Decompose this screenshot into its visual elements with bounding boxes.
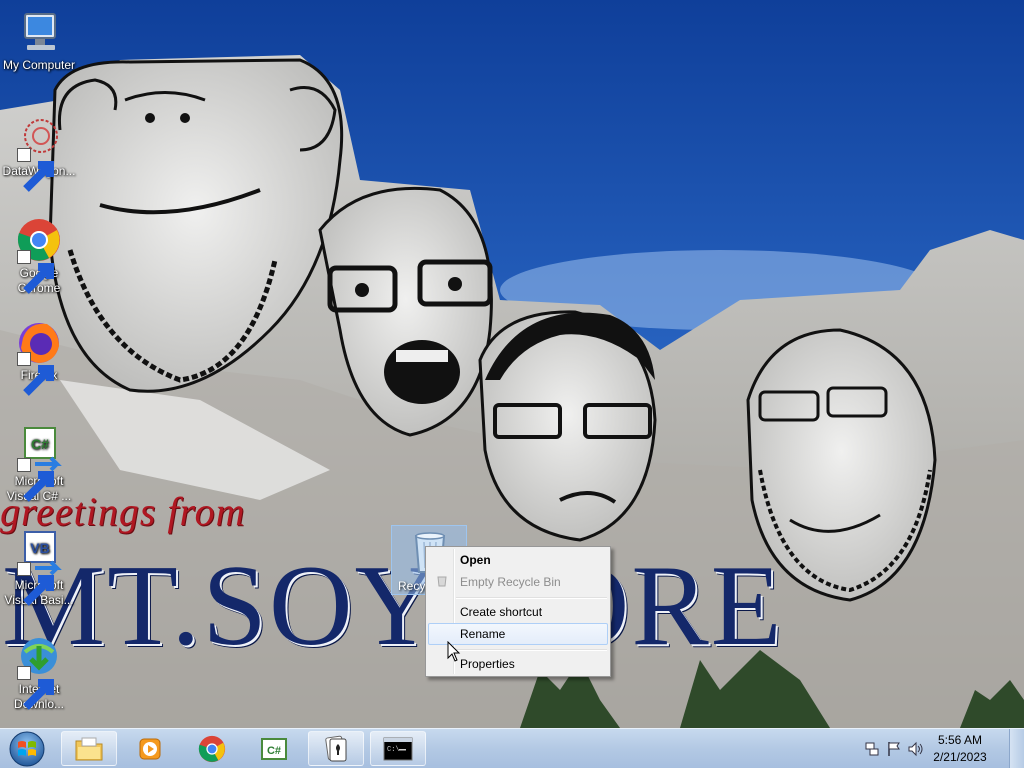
menu-item-open[interactable]: Open	[428, 549, 608, 571]
taskbar-solitaire[interactable]	[308, 731, 364, 766]
speaker-icon[interactable]	[908, 741, 924, 757]
show-desktop-button[interactable]	[1009, 729, 1024, 768]
shortcut-arrow-icon	[17, 666, 54, 710]
shortcut-arrow-icon	[17, 352, 54, 396]
internet-download-manager-icon	[15, 632, 63, 710]
start-button[interactable]	[4, 730, 50, 768]
menu-item-label: Create shortcut	[460, 605, 543, 619]
menu-separator	[456, 649, 607, 651]
chrome-icon	[15, 216, 63, 294]
desktop-icon-label: My Computer	[2, 58, 76, 72]
firefox-icon	[15, 318, 63, 396]
desktop-icon-firefox[interactable]: Firefox	[1, 318, 77, 396]
action-center-flag-icon[interactable]	[886, 741, 902, 757]
recycle-bin-small-icon	[437, 576, 447, 587]
visual-csharp-icon: C#	[15, 424, 63, 502]
clock-time: 5:56 AM	[937, 733, 983, 747]
taskbar-command-prompt[interactable]: C:\	[370, 731, 426, 766]
desktop-icon-internet-download-manager[interactable]: Internet Downlo...	[1, 632, 77, 712]
media-player-icon	[139, 738, 161, 759]
taskbar-media-player[interactable]	[122, 731, 178, 766]
visual-basic-icon: VB	[15, 528, 63, 606]
menu-item-label: Open	[460, 553, 491, 567]
svg-text:VB: VB	[30, 540, 49, 556]
folder-icon	[75, 737, 103, 760]
desktop-icon-google-chrome[interactable]: Google Chrome	[1, 216, 77, 296]
computer-icon	[15, 8, 63, 56]
chrome-icon	[198, 735, 226, 762]
menu-item-label: Properties	[460, 657, 515, 671]
svg-text:C#: C#	[31, 436, 49, 452]
system-tray: 5:56 AM 2/21/2023	[854, 729, 1024, 769]
taskbar-clock[interactable]: 5:56 AM 2/21/2023	[930, 732, 990, 766]
desktop-icon-visual-basic[interactable]: VB Microsoft Visual Basi...	[1, 528, 77, 608]
taskbar-chrome[interactable]	[184, 731, 240, 766]
windows-orb-icon	[9, 731, 45, 767]
solitaire-card-icon	[325, 735, 347, 761]
network-icon[interactable]	[864, 741, 880, 757]
menu-item-empty-recycle-bin: Empty Recycle Bin	[428, 571, 608, 593]
visual-csharp-icon: C#	[261, 737, 287, 760]
shortcut-arrow-icon	[17, 458, 54, 502]
svg-text:C:\: C:\	[387, 746, 400, 754]
mouse-cursor-icon	[447, 641, 461, 662]
desktop-icon-visual-csharp[interactable]: C# Microsoft Visual C# ...	[1, 424, 77, 504]
command-prompt-icon: C:\	[383, 737, 413, 760]
datawagon-icon	[15, 114, 63, 192]
menu-item-label: Empty Recycle Bin	[460, 575, 561, 589]
desktop-icon-my-computer[interactable]: My Computer	[1, 8, 77, 73]
clock-date: 2/21/2023	[933, 750, 987, 764]
shortcut-arrow-icon	[17, 148, 54, 192]
menu-separator	[456, 597, 607, 599]
taskbar-file-explorer[interactable]	[61, 731, 117, 766]
taskbar: C# C:\ 5:56 AM 2/21/2023	[0, 728, 1024, 768]
shortcut-arrow-icon	[17, 250, 54, 294]
desktop-icon-datawagon[interactable]: DataWagon...	[1, 114, 77, 192]
taskbar-visual-csharp[interactable]: C#	[246, 731, 302, 766]
menu-item-create-shortcut[interactable]: Create shortcut	[428, 601, 608, 623]
shortcut-arrow-icon	[17, 562, 54, 606]
svg-text:C#: C#	[267, 745, 281, 757]
menu-item-label: Rename	[460, 627, 506, 641]
